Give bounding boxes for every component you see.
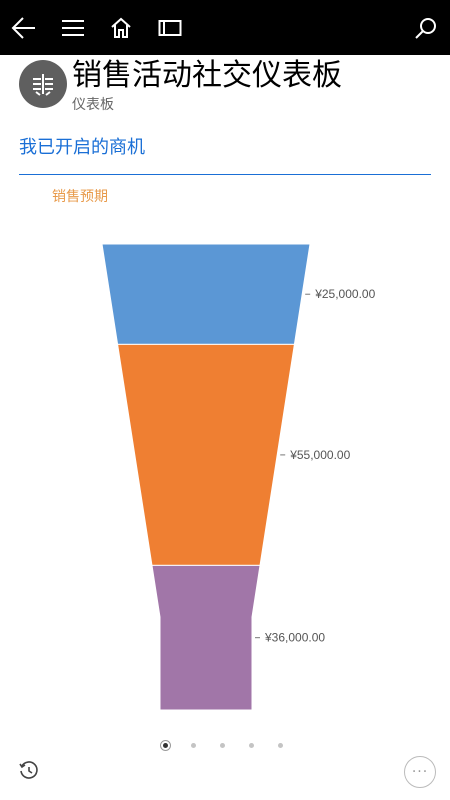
funnel-value-label-3: ¥36,000.00 — [264, 631, 325, 645]
page-subtitle: 仪表板 — [72, 97, 114, 113]
history-clock-icon — [19, 761, 38, 779]
funnel-value-label-2: ¥55,000.00 — [289, 448, 350, 462]
section-title[interactable]: 我已开启的商机 — [19, 135, 145, 161]
page-dot-1[interactable] — [160, 739, 171, 751]
page-dot-2[interactable] — [191, 742, 196, 748]
top-toolbar — [0, 0, 450, 55]
funnel-stage-3[interactable] — [151, 564, 261, 711]
menu-button[interactable] — [53, 8, 93, 48]
page-dot-4[interactable] — [249, 742, 254, 748]
page-dot-active-marker — [163, 742, 168, 748]
funnel-value-label-1: ¥25,000.00 — [314, 287, 375, 301]
chart-title: 销售预期 — [52, 189, 108, 205]
funnel-stage-2[interactable] — [117, 343, 295, 566]
funnel-stage-1[interactable] — [101, 243, 311, 345]
home-button[interactable] — [101, 8, 141, 48]
section-divider — [19, 174, 431, 175]
back-button[interactable] — [4, 8, 44, 48]
history-button[interactable] — [16, 758, 42, 784]
page-dot-3[interactable] — [220, 742, 225, 748]
page-title: 销售活动社交仪表板 — [72, 58, 342, 93]
avatar — [19, 60, 67, 108]
dashboard-logo-icon — [33, 74, 53, 96]
dashboard-header: 销售活动社交仪表板 仪表板 — [0, 55, 450, 125]
back-arrow-icon — [11, 17, 35, 39]
search-button[interactable] — [406, 8, 446, 48]
window-button[interactable] — [150, 8, 190, 48]
home-icon — [111, 17, 131, 38]
more-options-button[interactable]: ··· — [404, 756, 436, 788]
window-icon — [158, 20, 182, 36]
page-indicator — [160, 737, 307, 753]
hamburger-menu-icon — [62, 20, 84, 36]
page-dot-5[interactable] — [278, 742, 283, 748]
search-icon — [415, 18, 436, 39]
